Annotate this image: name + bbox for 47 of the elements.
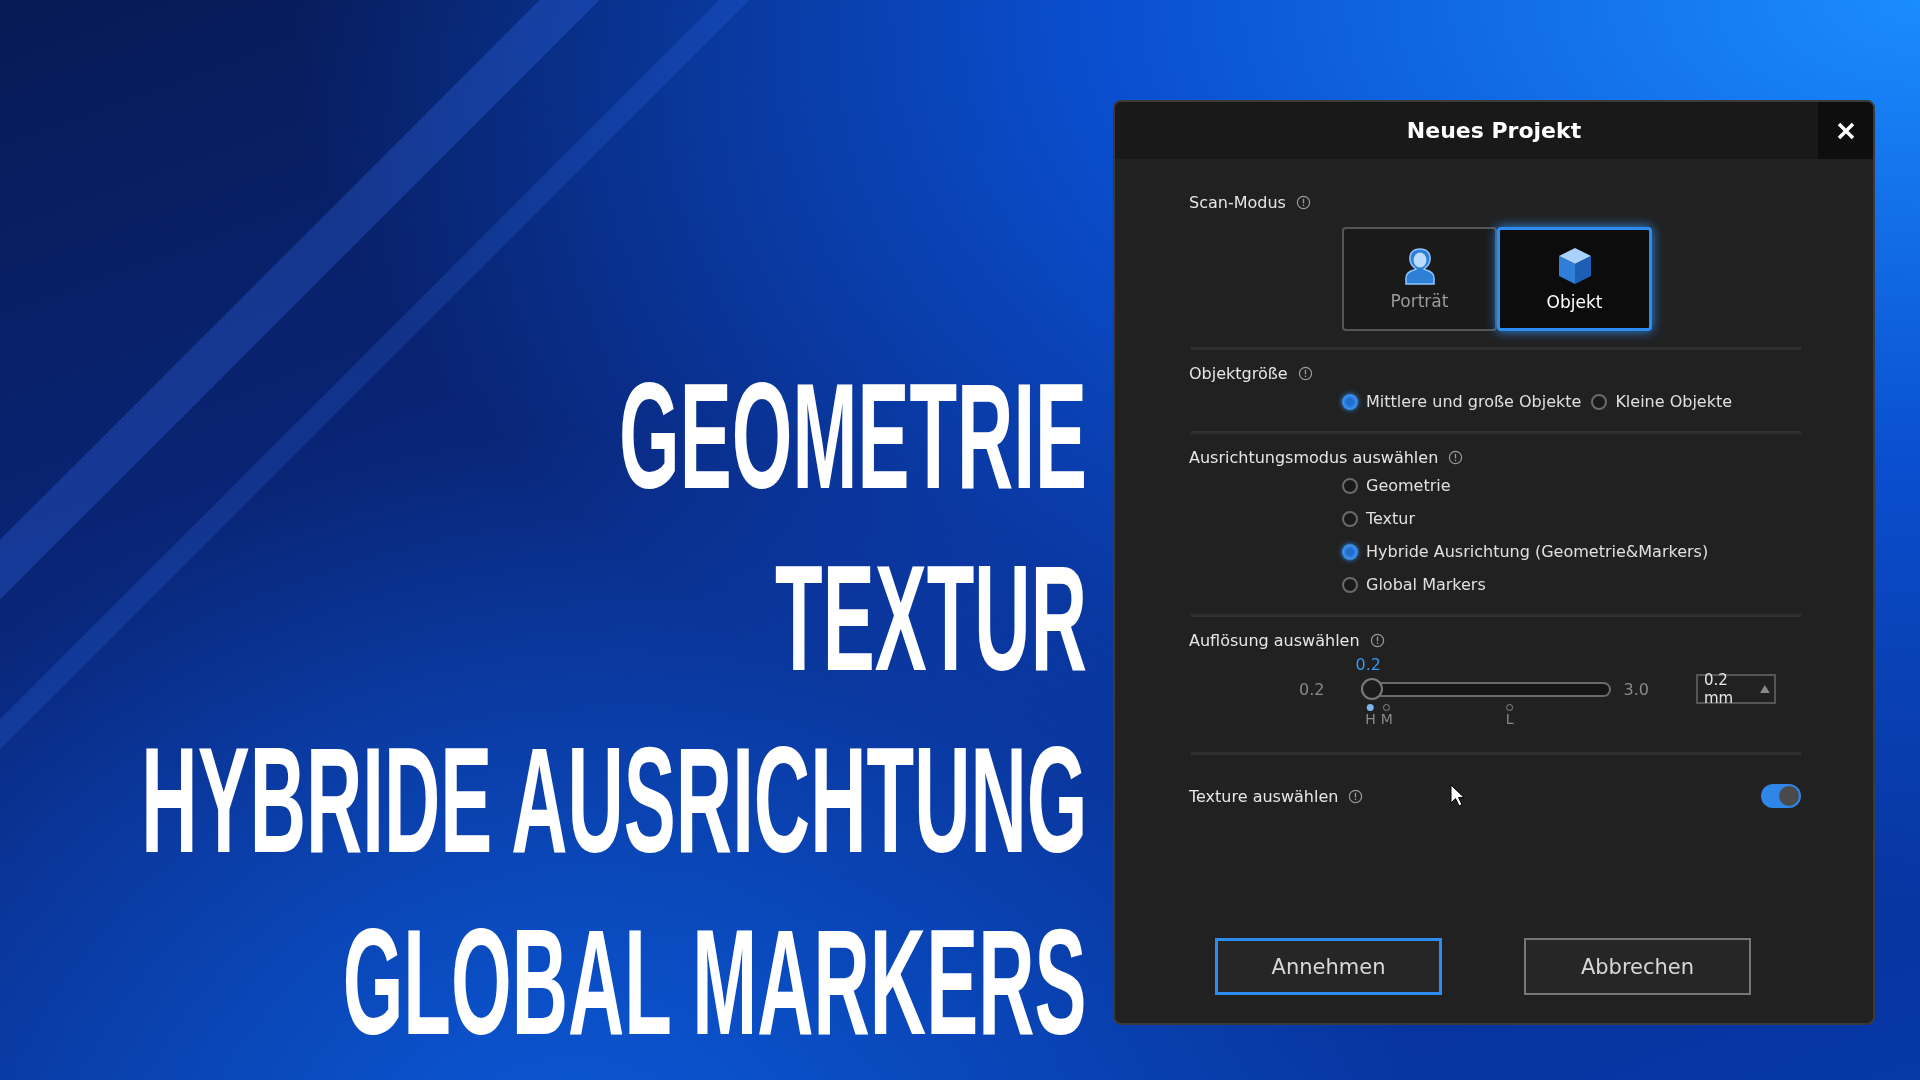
info-icon[interactable] xyxy=(1297,365,1313,381)
headline-text: TEXTUR xyxy=(775,533,1087,704)
scan-mode-option[interactable]: Objekt xyxy=(1497,227,1652,331)
radio-button[interactable] xyxy=(1591,393,1608,410)
scan-mode-option[interactable]: Porträt xyxy=(1342,227,1497,331)
slider-min-label: 0.2 xyxy=(1299,679,1326,699)
section-label: Auflösung auswählen xyxy=(1189,630,1360,650)
dialog-button[interactable]: Annehmen xyxy=(1215,938,1442,995)
info-icon[interactable] xyxy=(1448,449,1464,465)
section-label: Objektgröße xyxy=(1189,363,1288,383)
headline-text: GLOBAL MARKERS xyxy=(343,897,1087,1068)
preset-label: M xyxy=(1380,711,1393,727)
mouse-pointer-icon xyxy=(1450,784,1466,808)
toggle-switch[interactable] xyxy=(1761,784,1801,808)
radio-label[interactable]: Mittlere und große Objekte xyxy=(1366,392,1582,411)
dialog-title: Neues Projekt xyxy=(1406,118,1582,143)
slider-max-label: 3.0 xyxy=(1623,679,1650,699)
radio-button[interactable] xyxy=(1342,393,1358,410)
radio-button[interactable] xyxy=(1342,477,1358,494)
info-icon[interactable] xyxy=(1369,632,1385,648)
section-label: Texture auswählen xyxy=(1189,786,1339,806)
slider-value: 0.2 xyxy=(1355,655,1381,674)
radio-button[interactable] xyxy=(1342,510,1358,527)
radio-label[interactable]: Global Markers xyxy=(1366,575,1486,594)
preset-dot[interactable] xyxy=(1367,704,1374,711)
preset-label: L xyxy=(1505,711,1514,727)
info-icon[interactable] xyxy=(1295,194,1311,210)
radio-button[interactable] xyxy=(1342,543,1358,560)
slider-track[interactable] xyxy=(1361,681,1612,697)
section-label: Ausrichtungsmodus auswählen xyxy=(1189,447,1439,467)
close-button[interactable] xyxy=(1818,102,1873,159)
headline-text: HYBRIDE AUSRICHTUNG xyxy=(140,715,1087,886)
radio-label[interactable]: Geometrie xyxy=(1366,476,1451,495)
headline-text: GEOMETRIE xyxy=(618,351,1087,522)
radio-label[interactable]: Kleine Objekte xyxy=(1615,392,1733,411)
number-field[interactable]: 0.2 mm xyxy=(1695,674,1776,704)
radio-label[interactable]: Hybride Ausrichtung (Geometrie&Markers) xyxy=(1366,542,1709,561)
section-label: Scan-Modus xyxy=(1189,192,1286,212)
radio-label[interactable]: Textur xyxy=(1366,509,1416,528)
close-icon xyxy=(1835,120,1856,141)
preset-label: H xyxy=(1365,711,1376,727)
spin-up-icon[interactable] xyxy=(1760,685,1770,693)
radio-button[interactable] xyxy=(1342,576,1358,593)
dialog-button[interactable]: Abbrechen xyxy=(1524,938,1751,995)
info-icon[interactable] xyxy=(1348,788,1364,804)
slider-thumb[interactable] xyxy=(1361,678,1384,700)
person-icon xyxy=(1402,247,1437,285)
